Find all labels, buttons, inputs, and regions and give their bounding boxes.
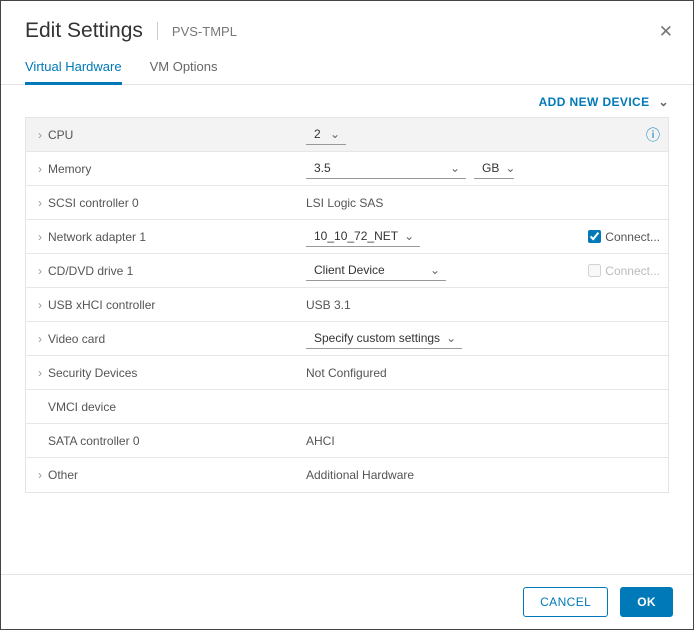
security-value: Not Configured (306, 366, 387, 380)
chevron-right-icon[interactable]: › (32, 298, 48, 312)
dialog-footer: CANCEL OK (1, 574, 693, 629)
cancel-button[interactable]: CANCEL (523, 587, 608, 617)
chevron-down-icon: ⌄ (659, 95, 669, 109)
chevron-right-icon[interactable]: › (32, 332, 48, 346)
dialog-header: Edit Settings PVS-TMPL ✕ (1, 1, 693, 49)
cpu-value: 2 (314, 127, 321, 141)
add-new-device-button[interactable]: ADD NEW DEVICE ⌄ (539, 95, 669, 109)
edit-settings-dialog: Edit Settings PVS-TMPL ✕ Virtual Hardwar… (0, 0, 694, 630)
cd-connect-checkbox (588, 264, 601, 277)
dialog-subtitle: PVS-TMPL (172, 24, 237, 39)
memory-value-select[interactable]: 3.5 ⌄ (306, 158, 466, 179)
chevron-right-icon[interactable]: › (32, 128, 48, 142)
memory-value: 3.5 (314, 161, 331, 175)
video-select[interactable]: Specify custom settings ⌄ (306, 328, 462, 349)
dialog-title: Edit Settings (25, 19, 143, 43)
chevron-right-icon[interactable]: › (32, 196, 48, 210)
row-security: › Security Devices Not Configured (26, 356, 668, 390)
memory-unit: GB (482, 161, 499, 175)
row-label: SATA controller 0 (48, 434, 306, 448)
row-video: › Video card Specify custom settings ⌄ (26, 322, 668, 356)
row-label: Memory (48, 162, 306, 176)
tab-vm-options[interactable]: VM Options (150, 59, 218, 84)
chevron-down-icon: ⌄ (404, 229, 414, 243)
memory-unit-select[interactable]: GB ⌄ (474, 158, 514, 179)
action-bar: ADD NEW DEVICE ⌄ (1, 85, 693, 117)
row-cpu: › CPU 2 ⌄ ⓘ (26, 118, 668, 152)
chevron-right-icon[interactable]: › (32, 230, 48, 244)
row-network: › Network adapter 1 10_10_72_NET ⌄ Conne… (26, 220, 668, 254)
row-label: USB xHCI controller (48, 298, 306, 312)
chevron-down-icon: ⌄ (450, 161, 460, 175)
row-vmci: VMCI device (26, 390, 668, 424)
network-connect-wrap: Connect... (588, 230, 660, 244)
chevron-down-icon: ⌄ (505, 161, 515, 175)
cd-connect-wrap: Connect... (588, 264, 660, 278)
network-connect-label: Connect... (605, 230, 660, 244)
spacer (1, 493, 693, 574)
row-sata: SATA controller 0 AHCI (26, 424, 668, 458)
tabbar: Virtual Hardware VM Options (1, 49, 693, 85)
hardware-list: › CPU 2 ⌄ ⓘ › Memory 3.5 ⌄ GB ⌄ (25, 117, 669, 493)
ok-button[interactable]: OK (620, 587, 673, 617)
sata-value: AHCI (306, 434, 335, 448)
info-icon[interactable]: ⓘ (646, 125, 660, 145)
tab-virtual-hardware[interactable]: Virtual Hardware (25, 59, 122, 85)
chevron-right-icon[interactable]: › (32, 162, 48, 176)
divider (157, 22, 158, 40)
row-other: › Other Additional Hardware (26, 458, 668, 492)
usb-value: USB 3.1 (306, 298, 351, 312)
close-icon[interactable]: ✕ (659, 23, 673, 40)
add-new-device-label: ADD NEW DEVICE (539, 95, 650, 109)
chevron-down-icon: ⌄ (430, 263, 440, 277)
row-label: CD/DVD drive 1 (48, 264, 306, 278)
row-usb: › USB xHCI controller USB 3.1 (26, 288, 668, 322)
row-label: VMCI device (48, 400, 306, 414)
chevron-down-icon: ⌄ (330, 127, 340, 141)
cd-value: Client Device (314, 263, 385, 277)
row-label: CPU (48, 128, 306, 142)
row-label: SCSI controller 0 (48, 196, 306, 210)
row-label: Other (48, 468, 306, 482)
cd-connect-label: Connect... (605, 264, 660, 278)
cd-select[interactable]: Client Device ⌄ (306, 260, 446, 281)
row-memory: › Memory 3.5 ⌄ GB ⌄ (26, 152, 668, 186)
network-value: 10_10_72_NET (314, 229, 398, 243)
row-scsi: › SCSI controller 0 LSI Logic SAS (26, 186, 668, 220)
cpu-select[interactable]: 2 ⌄ (306, 124, 346, 145)
row-label: Video card (48, 332, 306, 346)
video-value: Specify custom settings (314, 331, 440, 345)
network-connect-checkbox[interactable] (588, 230, 601, 243)
chevron-down-icon: ⌄ (446, 331, 456, 345)
network-select[interactable]: 10_10_72_NET ⌄ (306, 226, 420, 247)
row-cd: › CD/DVD drive 1 Client Device ⌄ Connect… (26, 254, 668, 288)
row-label: Security Devices (48, 366, 306, 380)
chevron-right-icon[interactable]: › (32, 468, 48, 482)
other-value: Additional Hardware (306, 468, 414, 482)
chevron-right-icon[interactable]: › (32, 264, 48, 278)
scsi-value: LSI Logic SAS (306, 196, 383, 210)
chevron-right-icon[interactable]: › (32, 366, 48, 380)
row-label: Network adapter 1 (48, 230, 306, 244)
